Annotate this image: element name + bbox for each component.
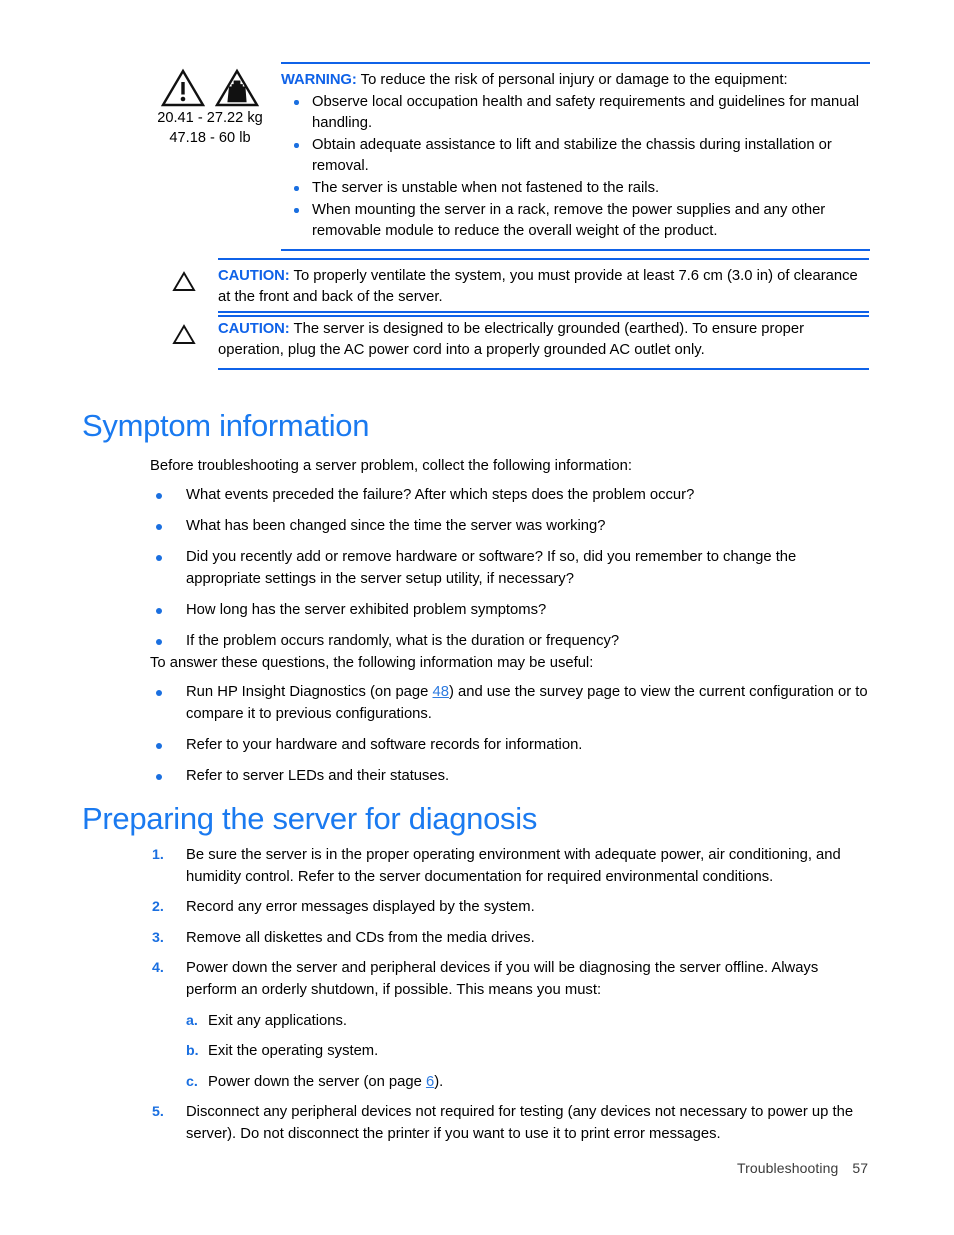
list-item: When mounting the server in a rack, remo… xyxy=(281,200,870,242)
caution-admonition-ventilation: CAUTION: To properly ventilate the system… xyxy=(172,258,869,317)
list-item: Refer to your hardware and software reco… xyxy=(150,735,872,757)
symptom-resource-list: Run HP Insight Diagnostics (on page 48) … xyxy=(150,682,872,797)
weight-range-kg: 20.41 - 27.22 kg xyxy=(157,110,263,126)
footer-chapter-name: Troubleshooting xyxy=(737,1160,839,1176)
caution-message: The server is designed to be electricall… xyxy=(218,321,805,358)
warning-lead-text: To reduce the risk of personal injury or… xyxy=(360,72,788,88)
caution-body-1: CAUTION: To properly ventilate the system… xyxy=(218,258,869,317)
list-item-text-before: Refer to server LEDs and their statuses. xyxy=(186,767,450,784)
warning-body: WARNING: To reduce the risk of personal i… xyxy=(281,62,870,251)
document-page: 20.41 - 27.22 kg 47.18 - 60 lb WARNING: T… xyxy=(0,0,954,1235)
list-item: How long has the server exhibited proble… xyxy=(150,600,872,622)
caution-admonition-grounding: CAUTION: The server is designed to be ele… xyxy=(172,311,869,370)
page-reference-link-48[interactable]: 48 xyxy=(432,684,448,700)
step-text: Record any error messages displayed by t… xyxy=(186,899,535,916)
warning-triangle-exclamation-icon xyxy=(160,68,205,108)
caution-label: CAUTION: xyxy=(218,268,290,284)
list-item: Obtain adequate assistance to lift and s… xyxy=(281,135,870,177)
step-text: Power down the server and peripheral dev… xyxy=(186,960,819,998)
caution-triangle-icon xyxy=(172,271,218,292)
step-number: 5. xyxy=(152,1104,164,1121)
warning-admonition: 20.41 - 27.22 kg 47.18 - 60 lb WARNING: T… xyxy=(148,62,870,251)
list-item: 3. Remove all diskettes and CDs from the… xyxy=(150,928,872,950)
symptom-intro-paragraph: Before troubleshooting a server problem,… xyxy=(150,458,632,474)
caution-message: To properly ventilate the system, you mu… xyxy=(218,268,858,305)
step-text: Remove all diskettes and CDs from the me… xyxy=(186,929,535,946)
list-item: 4. Power down the server and peripheral … xyxy=(150,958,872,1093)
warning-lead-line: WARNING: To reduce the risk of personal i… xyxy=(281,70,870,91)
list-item: 5. Disconnect any peripheral devices not… xyxy=(150,1102,872,1145)
list-item: If the problem occurs randomly, what is … xyxy=(150,631,872,653)
list-item: b. Exit the operating system. xyxy=(186,1041,872,1063)
warning-icon-group: 20.41 - 27.22 kg 47.18 - 60 lb xyxy=(148,62,272,149)
warning-label: WARNING: xyxy=(281,72,357,88)
page-reference-link-6[interactable]: 6 xyxy=(426,1074,434,1090)
caution-body-2: CAUTION: The server is designed to be ele… xyxy=(218,311,869,370)
warning-item-list: Observe local occupation health and safe… xyxy=(281,92,870,242)
preparing-steps-list: 1. Be sure the server is in the proper o… xyxy=(150,845,872,1155)
list-item: Refer to server LEDs and their statuses. xyxy=(150,766,872,788)
list-item: a. Exit any applications. xyxy=(186,1011,872,1033)
page-title-symptom-information: Symptom information xyxy=(82,408,370,443)
substep-text: Exit the operating system. xyxy=(208,1043,379,1060)
step-number: 1. xyxy=(152,847,164,863)
caution-triangle-icon xyxy=(172,324,218,345)
caution-icon-group-1 xyxy=(172,258,218,292)
substep-text-after: ). xyxy=(434,1073,444,1090)
caution-text-1: CAUTION: To properly ventilate the system… xyxy=(218,266,869,308)
symptom-answer-intro-paragraph: To answer these questions, the following… xyxy=(150,655,594,671)
preparing-substeps-list: a. Exit any applications. b. Exit the op… xyxy=(186,1011,872,1094)
list-item: 1. Be sure the server is in the proper o… xyxy=(150,845,872,888)
list-item: Did you recently add or remove hardware … xyxy=(150,547,872,590)
substep-letter: b. xyxy=(186,1043,199,1060)
list-item-text-before: Refer to your hardware and software reco… xyxy=(186,736,583,753)
caution-text-2: CAUTION: The server is designed to be ele… xyxy=(218,319,869,361)
warning-triangle-weight-icon xyxy=(215,68,260,108)
caution-label: CAUTION: xyxy=(218,321,290,337)
list-item: 2. Record any error messages displayed b… xyxy=(150,897,872,919)
list-item: Run HP Insight Diagnostics (on page 48) … xyxy=(150,682,872,725)
footer-page-number: 57 xyxy=(852,1160,869,1176)
list-item: What has been changed since the time the… xyxy=(150,516,872,538)
step-number: 2. xyxy=(152,899,164,916)
page-title-preparing-server: Preparing the server for diagnosis xyxy=(82,801,538,836)
caution-icon-group-2 xyxy=(172,311,218,345)
list-item: The server is unstable when not fastened… xyxy=(281,178,870,199)
substep-text: Exit any applications. xyxy=(208,1012,348,1029)
substep-letter: a. xyxy=(186,1012,198,1029)
step-number: 4. xyxy=(152,960,164,977)
step-text: Disconnect any peripheral devices not re… xyxy=(186,1104,854,1142)
list-item: What events preceded the failure? After … xyxy=(150,485,872,507)
substep-letter: c. xyxy=(186,1073,198,1090)
list-item: Observe local occupation health and safe… xyxy=(281,92,870,134)
page-footer: Troubleshooting 57 xyxy=(737,1160,868,1176)
weight-range-lb: 47.18 - 60 lb xyxy=(169,130,251,147)
step-text: Be sure the server is in the proper oper… xyxy=(186,847,841,885)
step-number: 3. xyxy=(152,929,164,946)
list-item: c. Power down the server (on page 6). xyxy=(186,1072,872,1094)
symptom-question-list: What events preceded the failure? After … xyxy=(150,485,872,662)
substep-text-before: Power down the server (on page xyxy=(208,1073,426,1090)
list-item-text-before: Run HP Insight Diagnostics (on page xyxy=(186,684,433,700)
